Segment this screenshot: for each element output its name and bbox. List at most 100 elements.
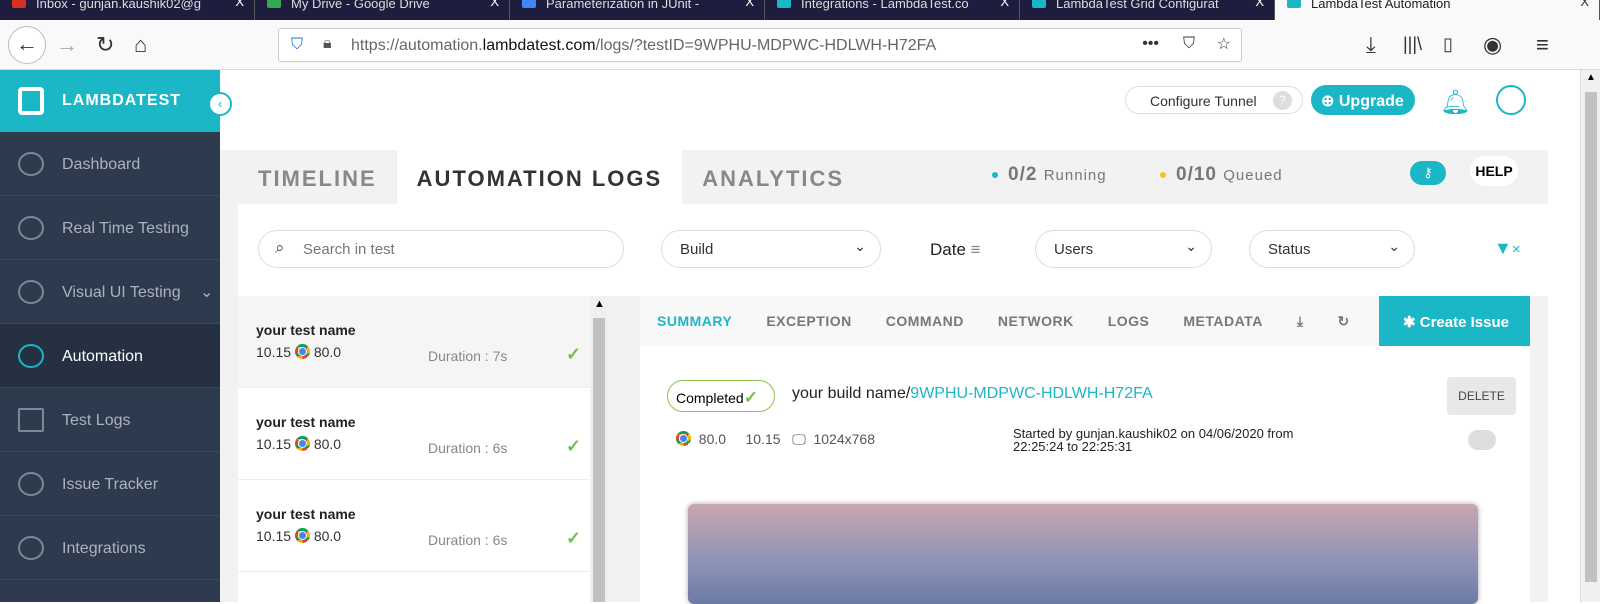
key-button[interactable]: ⚷	[1410, 161, 1446, 185]
test-id-link[interactable]: 9WPHU-MDPWC-HDLWH-H72FA	[910, 385, 1152, 402]
browser-tab[interactable]: Parameterization in JUnit - X	[510, 0, 765, 20]
home-icon[interactable]: ⌂	[134, 32, 147, 58]
screenshot-preview[interactable]	[688, 504, 1478, 604]
upgrade-button[interactable]: ⊕ Upgrade	[1311, 85, 1415, 115]
list-item[interactable]: your test name 10.15 80.0 Duration : 7s ✓	[238, 296, 590, 388]
tab-title: Parameterization in JUnit -	[546, 0, 700, 11]
clear-filter-icon[interactable]: ▼×	[1494, 238, 1521, 259]
test-name: your test name	[256, 414, 356, 430]
lambdatest-icon	[777, 0, 791, 8]
upgrade-label: Upgrade	[1338, 93, 1404, 110]
browser-tab[interactable]: Inbox - gunjan.kaushik02@g X	[0, 0, 255, 20]
back-icon[interactable]: ←	[8, 26, 46, 64]
sidebar-item-label: Automation	[62, 348, 143, 365]
sidebar-item-automation[interactable]: Automation	[0, 324, 220, 388]
status-select[interactable]: Status ⌄	[1249, 230, 1415, 268]
scrollbar-thumb[interactable]	[1585, 92, 1597, 582]
tab-title: LambdaTest Automation	[1311, 0, 1451, 11]
account-icon[interactable]: ◉	[1483, 32, 1502, 58]
browser-tab-active[interactable]: LambdaTest Automation X	[1275, 0, 1600, 20]
browser-tab[interactable]: Integrations - LambdaTest.co X	[765, 0, 1020, 20]
search-input[interactable]: ⌕ Search in test	[258, 230, 624, 268]
more-icon[interactable]: •••	[1142, 35, 1159, 53]
close-icon[interactable]: X	[235, 0, 244, 8]
sidebar-item-integrations[interactable]: Integrations	[0, 516, 220, 580]
list-scrollbar[interactable]: ▲	[590, 296, 608, 602]
avatar[interactable]	[1496, 85, 1526, 115]
browser-tab[interactable]: My Drive - Google Drive X	[255, 0, 510, 20]
sidebar-item-issue-tracker[interactable]: Issue Tracker	[0, 452, 220, 516]
sidebar-item-label: Visual UI Testing	[62, 284, 181, 301]
tab-metadata[interactable]: METADATA	[1166, 296, 1279, 346]
chrome-icon	[294, 436, 310, 451]
tab-title: LambdaTest Grid Configurat	[1056, 0, 1219, 11]
tab-exception[interactable]: EXCEPTION	[749, 296, 868, 346]
collapse-sidebar-button[interactable]: ‹	[208, 92, 232, 116]
os-version: 10.15	[256, 436, 292, 452]
scroll-up-icon[interactable]: ▲	[594, 298, 605, 310]
logo[interactable]: LAMBDATEST	[0, 70, 220, 132]
arrow-up-circle-icon: ⊕	[1321, 93, 1339, 110]
bug-icon: ✱	[1403, 314, 1420, 331]
tab-timeline[interactable]: TIMELINE	[238, 150, 397, 204]
build-select[interactable]: Build ⌄	[661, 230, 881, 268]
check-icon: ✓	[566, 344, 582, 364]
pocket-icon[interactable]: ⛉	[1183, 35, 1195, 53]
page-scrollbar[interactable]: ▲	[1580, 70, 1600, 602]
browser-tab[interactable]: LambdaTest Grid Configurat X	[1020, 0, 1275, 20]
url-bar[interactable]: ⛉ 🔒︎ https://automation.lambdatest.com/l…	[278, 28, 1242, 62]
scrollbar-thumb[interactable]	[593, 318, 605, 602]
forward-icon[interactable]: →	[56, 32, 78, 58]
menu-icon[interactable]: ≡	[1536, 32, 1549, 58]
library-icon[interactable]: |||\	[1403, 34, 1422, 55]
queued-dot	[1160, 171, 1166, 178]
help-button[interactable]: HELP	[1470, 156, 1518, 186]
running-value: 0/2	[1008, 164, 1038, 185]
bug-icon	[18, 472, 44, 496]
tab-logs[interactable]: LOGS	[1091, 296, 1167, 346]
refresh-icon[interactable]: ↻	[1321, 296, 1367, 346]
bell-icon[interactable]: 🔔︎	[1440, 88, 1470, 117]
sidebar-item-real-time-testing[interactable]: Real Time Testing	[0, 196, 220, 260]
list-item[interactable]: your test name 10.15 80.0 Duration : 6s ✓	[238, 480, 590, 572]
sidebar-item-dashboard[interactable]: Dashboard	[0, 132, 220, 196]
close-icon[interactable]: X	[1580, 0, 1589, 8]
duration: Duration : 6s	[428, 532, 508, 548]
lambdatest-icon	[1287, 0, 1301, 8]
chevron-down-icon: ⌄	[854, 238, 866, 254]
download-icon[interactable]: ⤓	[1280, 296, 1321, 346]
tab-analytics[interactable]: ANALYTICS	[682, 150, 864, 204]
tab-automation-logs[interactable]: AUTOMATION LOGS	[396, 150, 683, 204]
close-icon[interactable]: X	[1255, 0, 1264, 8]
tab-summary[interactable]: SUMMARY	[640, 296, 749, 346]
shield-icon: ⛉	[291, 36, 304, 53]
close-icon[interactable]: X	[745, 0, 754, 8]
sidebar-item-test-logs[interactable]: Test Logs	[0, 388, 220, 452]
main-tabs: TIMELINE AUTOMATION LOGS ANALYTICS	[238, 150, 864, 204]
reload-icon[interactable]: ↻	[96, 32, 114, 58]
queued-label: Queued	[1223, 167, 1283, 184]
date-filter[interactable]: Date ≡	[930, 240, 981, 260]
close-icon[interactable]: X	[1000, 0, 1009, 8]
box-icon	[18, 408, 44, 432]
create-issue-button[interactable]: ✱ Create Issue	[1379, 296, 1530, 346]
users-select[interactable]: Users ⌄	[1035, 230, 1212, 268]
delete-button[interactable]: DELETE	[1447, 377, 1516, 415]
magnet-icon[interactable]	[1468, 430, 1496, 450]
queued-count: 0/10 Queued	[1160, 164, 1283, 186]
tab-title: My Drive - Google Drive	[291, 0, 430, 11]
tab-command[interactable]: COMMAND	[869, 296, 981, 346]
started-info: Started by gunjan.kaushik02 on 04/06/202…	[1013, 426, 1294, 454]
download-icon[interactable]: ⤓	[1366, 32, 1376, 58]
scroll-up-icon[interactable]: ▲	[1586, 72, 1596, 83]
build-name: your build name/	[792, 385, 911, 402]
tab-network[interactable]: NETWORK	[981, 296, 1091, 346]
configure-tunnel-button[interactable]: Configure Tunnel?	[1125, 86, 1303, 114]
star-icon[interactable]: ☆	[1217, 34, 1231, 54]
list-item[interactable]: your test name 10.15 80.0 Duration : 6s ✓	[238, 388, 590, 480]
close-icon[interactable]: X	[490, 0, 499, 8]
resolution: 1024x768	[813, 431, 875, 447]
sidebar-icon[interactable]: ▯	[1443, 34, 1453, 55]
help-icon[interactable]: ?	[1273, 91, 1292, 110]
sidebar-item-visual-ui-testing[interactable]: Visual UI Testing ⌄	[0, 260, 220, 324]
